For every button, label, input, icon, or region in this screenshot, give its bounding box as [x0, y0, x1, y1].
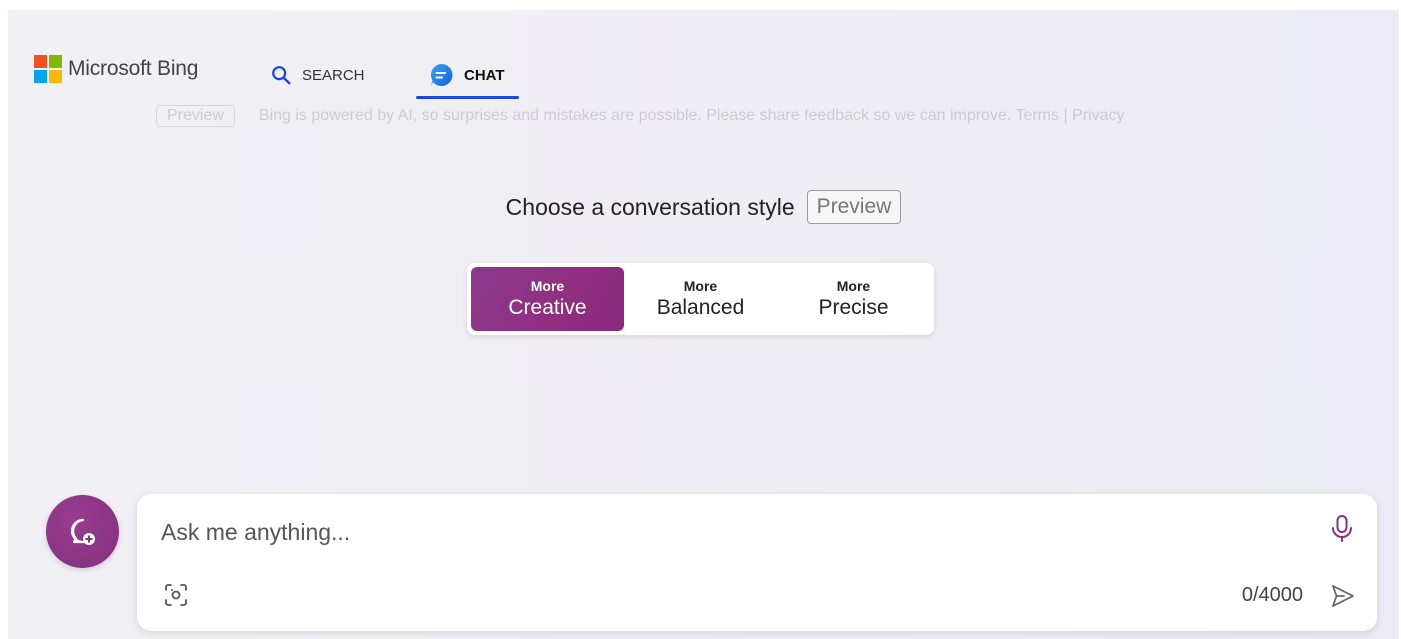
tab-search-label: SEARCH [302, 66, 365, 84]
style-precise-label: Precise [818, 296, 889, 319]
disclaimer-badge: Preview [156, 105, 235, 127]
chat-composer: 0/4000 [137, 494, 1377, 631]
style-creative-label: Creative [508, 296, 587, 319]
microphone-button[interactable] [1329, 514, 1355, 549]
send-icon [1332, 585, 1354, 607]
style-balanced-prefix: More [683, 278, 718, 294]
visual-search-icon [165, 584, 187, 606]
conversation-style-title: Choose a conversation style [505, 193, 795, 220]
character-counter: 0/4000 [1241, 584, 1303, 606]
conversation-style-selector: More Creative More Balanced More Precise [467, 263, 934, 335]
style-balanced-label: Balanced [656, 296, 745, 319]
tab-chat[interactable]: CHAT [428, 50, 505, 100]
brand-name: Microsoft Bing [68, 57, 199, 80]
new-topic-icon [70, 518, 95, 545]
conversation-style-header: Choose a conversation style Preview [8, 190, 1399, 224]
microsoft-logo-icon [34, 55, 62, 83]
bing-chat-page: Microsoft Bing SEARCH CHAT Preview Bing … [8, 10, 1399, 639]
active-tab-indicator [416, 96, 519, 99]
disclaimer-text: Bing is powered by AI, so surprises and … [258, 107, 1125, 124]
visual-search-button[interactable] [163, 582, 189, 613]
chat-icon [430, 63, 453, 86]
disclaimer: Preview Bing is powered by AI, so surpri… [156, 105, 1125, 127]
style-precise-button[interactable]: More Precise [777, 267, 930, 331]
new-topic-button[interactable] [46, 495, 119, 568]
send-button[interactable] [1329, 582, 1357, 615]
bing-logo[interactable]: Microsoft Bing [34, 55, 198, 83]
search-icon [272, 66, 291, 85]
style-precise-prefix: More [836, 278, 871, 294]
style-creative-prefix: More [530, 278, 565, 294]
ask-input[interactable] [161, 512, 1281, 552]
tab-chat-label: CHAT [464, 66, 505, 84]
tab-search[interactable]: SEARCH [270, 50, 365, 100]
microphone-icon [1332, 515, 1352, 542]
style-balanced-button[interactable]: More Balanced [624, 267, 777, 331]
preview-badge: Preview [806, 190, 902, 224]
style-creative-button[interactable]: More Creative [471, 267, 624, 331]
